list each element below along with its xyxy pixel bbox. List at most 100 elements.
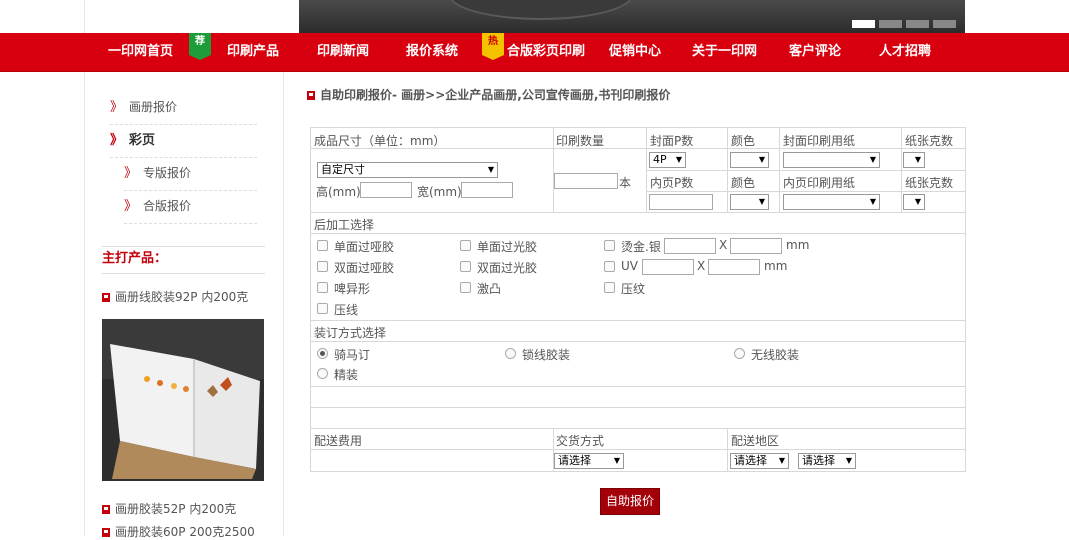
checkbox-double-gloss[interactable]	[460, 261, 471, 272]
chevron-down-icon: ▼	[914, 155, 921, 164]
banner-left-strip	[84, 0, 300, 33]
product-link-2[interactable]: 画册胶装52P 内200克	[102, 500, 236, 517]
slide-dot-2[interactable]	[879, 20, 902, 28]
sidebar-border-right	[283, 72, 284, 536]
quote-form: 成品尺寸（单位：mm） 印刷数量 封面P数 颜色 封面印刷用纸 纸张克数 自定尺…	[310, 127, 966, 472]
cover-paper-select[interactable]: ▼	[783, 152, 880, 168]
checkbox-texture[interactable]	[604, 282, 615, 293]
inner-pages-input[interactable]	[649, 194, 713, 210]
sidebar-item-album-quote[interactable]: 》画册报价	[110, 91, 257, 125]
binding-sewn-perfect: 锁线胶装	[522, 348, 571, 362]
delivery-city-select[interactable]: 请选择 ▼	[798, 453, 856, 469]
foil-length-input[interactable]	[664, 238, 716, 254]
postpress-label: 后加工选择	[314, 218, 375, 232]
option-double-gloss: 双面过光胶	[477, 261, 538, 275]
nav-print-news[interactable]: 印刷新闻	[317, 33, 369, 71]
option-emboss: 激凸	[477, 282, 502, 296]
quantity-unit: 本	[619, 176, 632, 190]
nav-print-products[interactable]: 印刷产品	[227, 33, 279, 71]
chevron-down-icon: ▼	[613, 456, 620, 465]
inner-color-select[interactable]: ▼	[730, 194, 769, 210]
uv-length-input[interactable]	[642, 259, 694, 275]
chevron-right-icon: 》	[124, 166, 138, 181]
slide-dot-3[interactable]	[906, 20, 929, 28]
nav-combined-leaflet[interactable]: 合版彩页印刷	[507, 33, 585, 71]
checkbox-double-matte[interactable]	[317, 261, 328, 272]
cover-pages-select[interactable]: 4P ▼	[649, 152, 686, 168]
delivery-method-select[interactable]: 请选择 ▼	[554, 453, 624, 469]
option-die-cut: 啤异形	[334, 282, 371, 296]
delivery-method-label: 交货方式	[556, 434, 605, 448]
flag-icon	[307, 91, 315, 100]
checkbox-crease[interactable]	[317, 303, 328, 314]
option-single-gloss: 单面过光胶	[477, 240, 538, 254]
cover-paper-label: 封面印刷用纸	[783, 134, 856, 148]
height-input[interactable]	[360, 182, 412, 198]
chevron-down-icon: ▼	[778, 456, 785, 465]
width-input[interactable]	[461, 182, 513, 198]
chevron-down-icon: ▼	[675, 155, 682, 164]
radio-saddle-stitch[interactable]	[317, 348, 328, 359]
height-label: 高(mm)	[316, 185, 361, 199]
binding-saddle-stitch: 骑马订	[334, 348, 371, 362]
quantity-input[interactable]	[554, 173, 618, 189]
inner-paper-label: 内页印刷用纸	[783, 176, 856, 190]
checkbox-single-gloss[interactable]	[460, 240, 471, 251]
product-link-3[interactable]: 画册胶装60P 200克2500	[102, 523, 255, 540]
nav-quote-system[interactable]: 报价系统	[406, 33, 458, 71]
banner-image	[449, 0, 633, 20]
chevron-down-icon: ▼	[758, 197, 765, 206]
shipping-fee-label: 配送费用	[314, 434, 363, 448]
nav-about[interactable]: 关于一印网	[692, 33, 757, 71]
binding-hardcover: 精装	[334, 368, 359, 382]
cover-paper-weight-select[interactable]: ▼	[903, 152, 925, 168]
banner-slideshow[interactable]	[299, 0, 965, 33]
self-quote-button[interactable]: 自助报价	[600, 488, 660, 515]
product-link-1[interactable]: 画册线胶装92P 内200克	[102, 288, 248, 305]
size-label: 成品尺寸（单位：mm）	[314, 134, 446, 148]
checkbox-uv[interactable]	[604, 261, 615, 272]
quantity-label: 印刷数量	[556, 134, 605, 148]
chevron-down-icon: ▼	[758, 155, 765, 164]
cover-color-select[interactable]: ▼	[730, 152, 769, 168]
inner-paper-weight-select[interactable]: ▼	[903, 194, 925, 210]
sidebar-item-combined-quote[interactable]: 》合版报价	[124, 190, 257, 224]
slide-dot-4[interactable]	[933, 20, 956, 28]
product-image[interactable]	[102, 319, 264, 481]
checkbox-emboss[interactable]	[460, 282, 471, 293]
sidebar-item-dedicated-quote[interactable]: 》专版报价	[124, 157, 257, 191]
delivery-province-select[interactable]: 请选择 ▼	[730, 453, 789, 469]
option-crease: 压线	[334, 303, 359, 317]
chevron-down-icon: ▼	[845, 456, 852, 465]
inner-pages-label: 内页P数	[650, 176, 694, 190]
flag-icon	[102, 505, 110, 514]
foil-width-input[interactable]	[730, 238, 782, 254]
chevron-right-icon: 》	[110, 133, 124, 148]
binding-label: 装订方式选择	[314, 326, 387, 340]
delivery-area-label: 配送地区	[731, 434, 780, 448]
hot-badge: 热	[482, 33, 504, 60]
radio-hardcover[interactable]	[317, 368, 328, 379]
chevron-down-icon: ▼	[869, 197, 876, 206]
size-select[interactable]: 自定尺寸 ▼	[317, 162, 498, 178]
checkbox-die-cut[interactable]	[317, 282, 328, 293]
checkbox-foil[interactable]	[604, 240, 615, 251]
checkbox-single-matte[interactable]	[317, 240, 328, 251]
inner-paper-select[interactable]: ▼	[783, 194, 880, 210]
radio-sewn-perfect[interactable]	[505, 348, 516, 359]
nav-promotions[interactable]: 促销中心	[609, 33, 661, 71]
radio-perfect-bound[interactable]	[734, 348, 745, 359]
nav-careers[interactable]: 人才招聘	[879, 33, 931, 71]
cover-pages-label: 封面P数	[650, 134, 694, 148]
foil-unit: mm	[786, 238, 810, 252]
nav-home[interactable]: 一印网首页	[108, 33, 173, 71]
nav-reviews[interactable]: 客户评论	[789, 33, 841, 71]
chevron-down-icon: ▼	[914, 197, 921, 206]
sidebar-item-leaflet[interactable]: 》彩页	[110, 124, 257, 158]
uv-width-input[interactable]	[708, 259, 760, 275]
inner-paper-weight-label: 纸张克数	[905, 176, 954, 190]
chevron-down-icon: ▼	[487, 165, 494, 174]
option-foil: 烫金.银	[621, 240, 661, 254]
option-double-matte: 双面过哑胶	[334, 261, 395, 275]
slide-dot-1[interactable]	[852, 20, 875, 28]
